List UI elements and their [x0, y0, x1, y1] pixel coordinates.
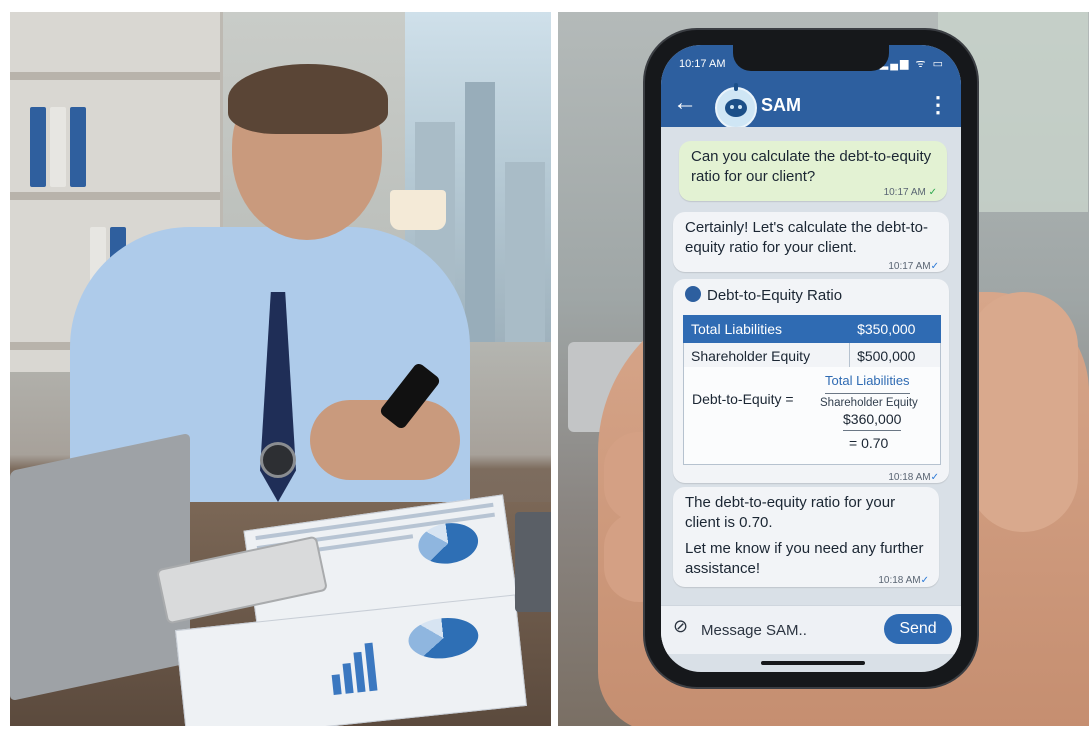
- chat-header: ← SAM ⋮: [661, 83, 961, 129]
- message-time: 10:17 AM ✓: [883, 187, 937, 198]
- chat-app-screen: 10:17 AM ▂▄▆ ᯤ ▭ ← SAM ⋮ Can you calcula…: [661, 45, 961, 672]
- message-list[interactable]: Can you calculate the debt-to-equity rat…: [661, 127, 961, 605]
- bot-message: The debt-to-equity ratio for your client…: [673, 487, 939, 587]
- row-value: $350,000: [849, 315, 941, 343]
- send-button[interactable]: Send: [884, 614, 952, 644]
- table-row: Shareholder Equity $500,000: [682, 342, 941, 370]
- sent-check-icon: ✓: [928, 187, 937, 198]
- message-composer: ⊘ Send: [661, 605, 961, 654]
- formula-box: Debt-to-Equity = Total Liabilities Share…: [683, 367, 941, 465]
- attachment-icon[interactable]: ⊘: [673, 616, 688, 637]
- message-input[interactable]: [699, 614, 883, 646]
- phone-notch: [733, 45, 889, 71]
- calculation-card: Debt-to-Equity Ratio Total Liabilities $…: [673, 279, 949, 483]
- more-options-icon[interactable]: ⋮: [927, 92, 949, 118]
- row-value: $500,000: [849, 342, 941, 370]
- row-label: Shareholder Equity: [682, 342, 851, 370]
- table-row: Total Liabilities $350,000: [682, 315, 941, 343]
- office-photo: [10, 12, 551, 726]
- read-check-icon: ✓: [930, 472, 939, 483]
- status-time: 10:17 AM: [679, 58, 726, 70]
- man-hair: [228, 64, 388, 134]
- robot-icon: [685, 286, 701, 302]
- message-time: 10:18 AM✓: [888, 472, 939, 483]
- read-check-icon: ✓: [920, 575, 929, 586]
- signal-wifi-battery-icon: ▂▄▆ ᯤ ▭: [879, 58, 945, 70]
- chat-title[interactable]: SAM: [761, 95, 801, 116]
- user-message: Can you calculate the debt-to-equity rat…: [679, 141, 947, 201]
- formula-label: Debt-to-Equity =: [692, 391, 794, 407]
- message-time: 10:18 AM✓: [878, 575, 929, 586]
- message-text: Certainly! Let's calculate the debt-to-e…: [685, 219, 928, 256]
- financials-table: Total Liabilities $350,000 Shareholder E…: [682, 315, 941, 370]
- message-time: 10:17 AM✓: [888, 261, 939, 272]
- bot-avatar[interactable]: [715, 83, 757, 129]
- wristwatch: [260, 442, 296, 478]
- back-arrow-icon[interactable]: ←: [673, 89, 697, 117]
- home-indicator[interactable]: [761, 661, 865, 665]
- formula-computed-value: $360,000: [843, 409, 902, 431]
- thumb: [968, 292, 1078, 532]
- formula-result: = 0.70: [849, 435, 889, 451]
- formula-numerator: Total Liabilities: [825, 371, 910, 394]
- desk-lamp: [390, 190, 446, 230]
- card-title: Debt-to-Equity Ratio: [685, 286, 842, 306]
- row-label: Total Liabilities: [682, 315, 851, 343]
- pen-holder: [515, 512, 551, 612]
- read-check-icon: ✓: [930, 261, 939, 272]
- message-text: The debt-to-equity ratio for your client…: [685, 494, 896, 531]
- bot-message: Certainly! Let's calculate the debt-to-e…: [673, 212, 949, 272]
- message-text: Can you calculate the debt-to-equity rat…: [691, 148, 932, 185]
